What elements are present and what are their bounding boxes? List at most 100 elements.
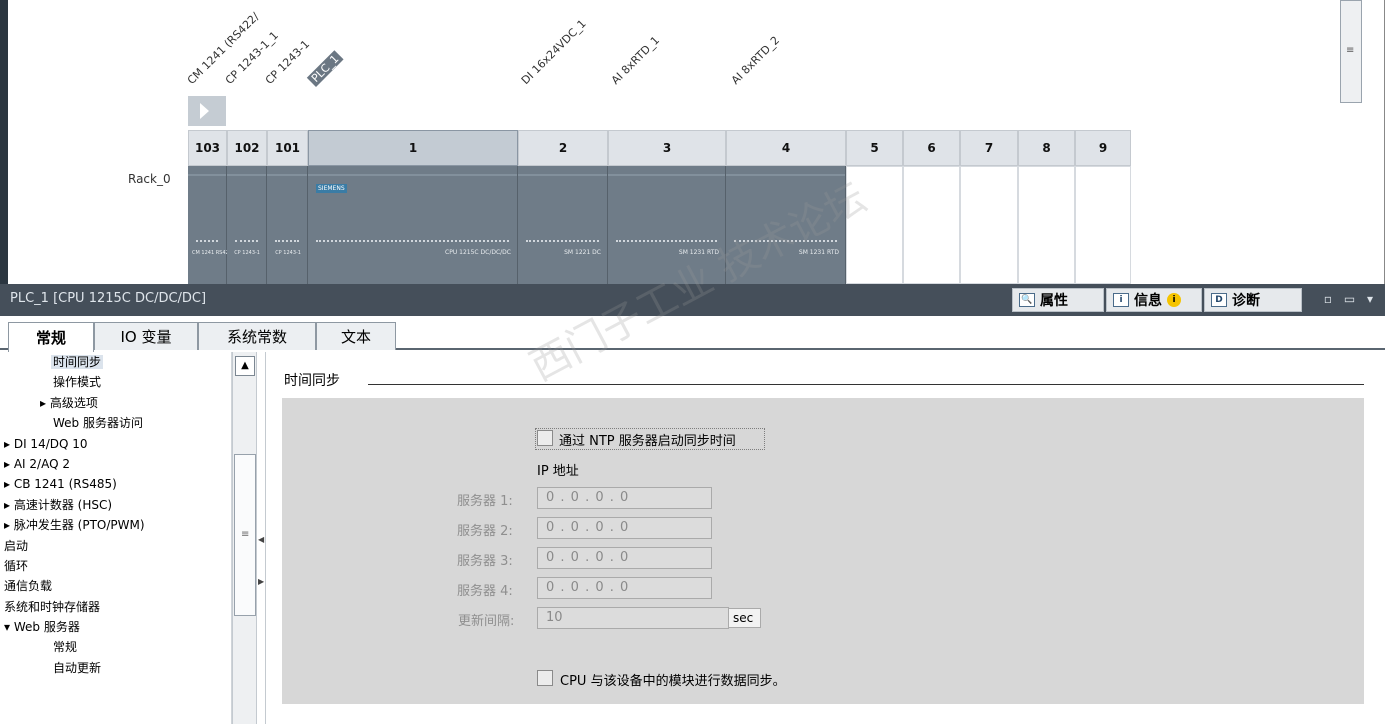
server-1-label: 服务器 1: (457, 494, 513, 509)
slot-header-4[interactable]: 4 (726, 130, 846, 166)
module-text: CP 1243-1 (275, 250, 301, 256)
module-label-plc1[interactable]: PLC_1 (306, 50, 344, 87)
expand-arrow-icon (200, 103, 209, 119)
section-divider (368, 384, 1364, 385)
diagnostics-icon: D (1211, 293, 1227, 307)
section-title: 时间同步 (284, 373, 340, 389)
scroll-up-icon[interactable]: ▲ (235, 356, 255, 376)
tree-item-time-sync[interactable]: 时间同步 (0, 352, 231, 372)
tab-properties-label: 属性 (1040, 293, 1068, 309)
tree-item-operation-mode[interactable]: 操作模式 (0, 372, 231, 392)
slot-header-103[interactable]: 103 (188, 130, 227, 166)
slot-header-101[interactable]: 101 (267, 130, 308, 166)
slot-5-empty[interactable] (846, 166, 903, 284)
info-badge-icon: i (1167, 293, 1181, 307)
update-interval-label: 更新间隔: (458, 614, 515, 629)
tab-general[interactable]: 常规 (8, 322, 94, 352)
slot-8-empty[interactable] (1018, 166, 1075, 284)
siemens-logo: SIEMENS (316, 184, 347, 193)
tree-item-startup[interactable]: 启动 (0, 536, 231, 556)
tab-diagnostics[interactable]: D 诊断 (1204, 288, 1302, 312)
module-ai8rtd-2[interactable]: SM 1231 RTD (726, 166, 846, 284)
time-sync-group: 通过 NTP 服务器启动同步时间 IP 地址 服务器 1: 0 . 0 . 0 … (282, 398, 1364, 704)
update-interval-unit: sec (728, 608, 761, 628)
tree-item-system-clock-memory[interactable]: 系统和时钟存储器 (0, 597, 231, 617)
tree-scroll-thumb[interactable]: ≡ (234, 454, 256, 616)
slot-header-2[interactable]: 2 (518, 130, 608, 166)
module-di16[interactable]: SM 1221 DC (518, 166, 608, 284)
module-text: SM 1231 RTD (798, 249, 839, 256)
tab-system-constants[interactable]: 系统常数 (198, 322, 316, 350)
tree-item-web-server-access[interactable]: Web 服务器访问 (0, 413, 231, 433)
tree-item-pto-pwm[interactable]: ▸ 脉冲发生器 (PTO/PWM) (0, 515, 231, 535)
tree-item-web-general[interactable]: 常规 (0, 637, 231, 657)
main-tabs: 常规 IO 变量 系统常数 文本 (0, 316, 1385, 352)
slot-header-5[interactable]: 5 (846, 130, 903, 166)
device-view-scrollbar[interactable]: ≡ (1340, 0, 1362, 103)
module-cp1243-1[interactable]: CP 1243-1 (267, 166, 308, 284)
ntp-sync-label[interactable]: 通过 NTP 服务器启动同步时间 (559, 430, 736, 449)
tab-texts[interactable]: 文本 (316, 322, 396, 350)
slot-9-empty[interactable] (1075, 166, 1131, 284)
expand-right-icon[interactable]: ▶ (258, 577, 264, 586)
tree-item-comm-load[interactable]: 通信负载 (0, 576, 231, 596)
module-label-ai8rtd-1[interactable]: AI 8xRTD_1 (609, 34, 662, 87)
scroll-grip-icon: ≡ (1346, 45, 1355, 56)
slot-header-6[interactable]: 6 (903, 130, 960, 166)
server-4-label: 服务器 4: (457, 584, 513, 599)
module-label-di16[interactable]: DI 16x24VDC_1 (519, 17, 589, 87)
tree-item-ai2-aq2[interactable]: ▸ AI 2/AQ 2 (0, 454, 231, 474)
slot-header-9[interactable]: 9 (1075, 130, 1131, 166)
module-text: SM 1231 RTD (678, 249, 719, 256)
properties-panel-titlebar: PLC_1 [CPU 1215C DC/DC/DC] 🔍 属性 i 信息 i D… (0, 284, 1385, 316)
properties-content: 时间同步 通过 NTP 服务器启动同步时间 IP 地址 服务器 1: 0 . 0… (268, 352, 1385, 724)
slot-7-empty[interactable] (960, 166, 1018, 284)
module-label-ai8rtd-2[interactable]: AI 8xRTD_2 (729, 34, 782, 87)
tree-item-web-server[interactable]: ▾ Web 服务器 (0, 617, 231, 637)
window-controls[interactable]: ▫ ▭ ▾ (1324, 292, 1377, 306)
server-1-ip-field[interactable]: 0 . 0 . 0 . 0 (537, 487, 712, 509)
server-3-ip-field[interactable]: 0 . 0 . 0 . 0 (537, 547, 712, 569)
panel-splitter[interactable]: ◀ ▶ (256, 352, 266, 724)
tab-io-tags[interactable]: IO 变量 (94, 322, 198, 350)
rack-label: Rack_0 (128, 172, 171, 186)
tree-item-hsc[interactable]: ▸ 高速计数器 (HSC) (0, 495, 231, 515)
tree-item-auto-update[interactable]: 自动更新 (0, 658, 231, 678)
tab-diagnostics-label: 诊断 (1232, 293, 1260, 309)
device-view: CM 1241 (RS422/ CP 1243-1_1 CP 1243-1 PL… (0, 0, 1385, 284)
tree-scrollbar[interactable]: ▲ ≡ (232, 352, 256, 724)
module-cp1243-1-1[interactable]: CP 1243-1 (227, 166, 267, 284)
cpu-sync-label[interactable]: CPU 与该设备中的模块进行数据同步。 (560, 670, 786, 689)
tree-item-label: 时间同步 (51, 355, 104, 369)
server-2-ip-field[interactable]: 0 . 0 . 0 . 0 (537, 517, 712, 539)
slot-6-empty[interactable] (903, 166, 960, 284)
ip-address-header: IP 地址 (537, 464, 579, 479)
slot-header-102[interactable]: 102 (227, 130, 267, 166)
module-cm1241[interactable]: CM 1241 RS422/485 (188, 166, 243, 284)
module-text: SM 1221 DC (564, 249, 601, 256)
slot-header-8[interactable]: 8 (1018, 130, 1075, 166)
cpu-sync-checkbox[interactable] (537, 670, 553, 686)
module-ai8rtd-1[interactable]: SM 1231 RTD (608, 166, 726, 284)
update-interval-field[interactable]: 10 (537, 607, 729, 629)
collapse-left-icon[interactable]: ◀ (258, 535, 264, 544)
tab-info[interactable]: i 信息 i (1106, 288, 1202, 312)
server-4-ip-field[interactable]: 0 . 0 . 0 . 0 (537, 577, 712, 599)
tree-item-advanced-options[interactable]: ▸ 高级选项 (0, 393, 231, 413)
module-text: CPU 1215C DC/DC/DC (445, 249, 511, 256)
tree-item-cycle[interactable]: 循环 (0, 556, 231, 576)
module-text: CP 1243-1 (234, 250, 260, 256)
tab-properties[interactable]: 🔍 属性 (1012, 288, 1104, 312)
slot-header-1[interactable]: 1 (308, 130, 518, 166)
server-2-label: 服务器 2: (457, 524, 513, 539)
panel-title: PLC_1 [CPU 1215C DC/DC/DC] (10, 291, 207, 306)
server-3-label: 服务器 3: (457, 554, 513, 569)
tree-item-di14-dq10[interactable]: ▸ DI 14/DQ 10 (0, 434, 231, 454)
info-icon: i (1113, 293, 1129, 307)
tree-item-cb1241[interactable]: ▸ CB 1241 (RS485) (0, 474, 231, 494)
slot-header-7[interactable]: 7 (960, 130, 1018, 166)
scroll-grip-icon: ≡ (241, 529, 250, 540)
expand-rack-button[interactable] (188, 96, 226, 126)
slot-header-3[interactable]: 3 (608, 130, 726, 166)
module-plc1-cpu[interactable]: SIEMENS CPU 1215C DC/DC/DC (308, 166, 518, 284)
